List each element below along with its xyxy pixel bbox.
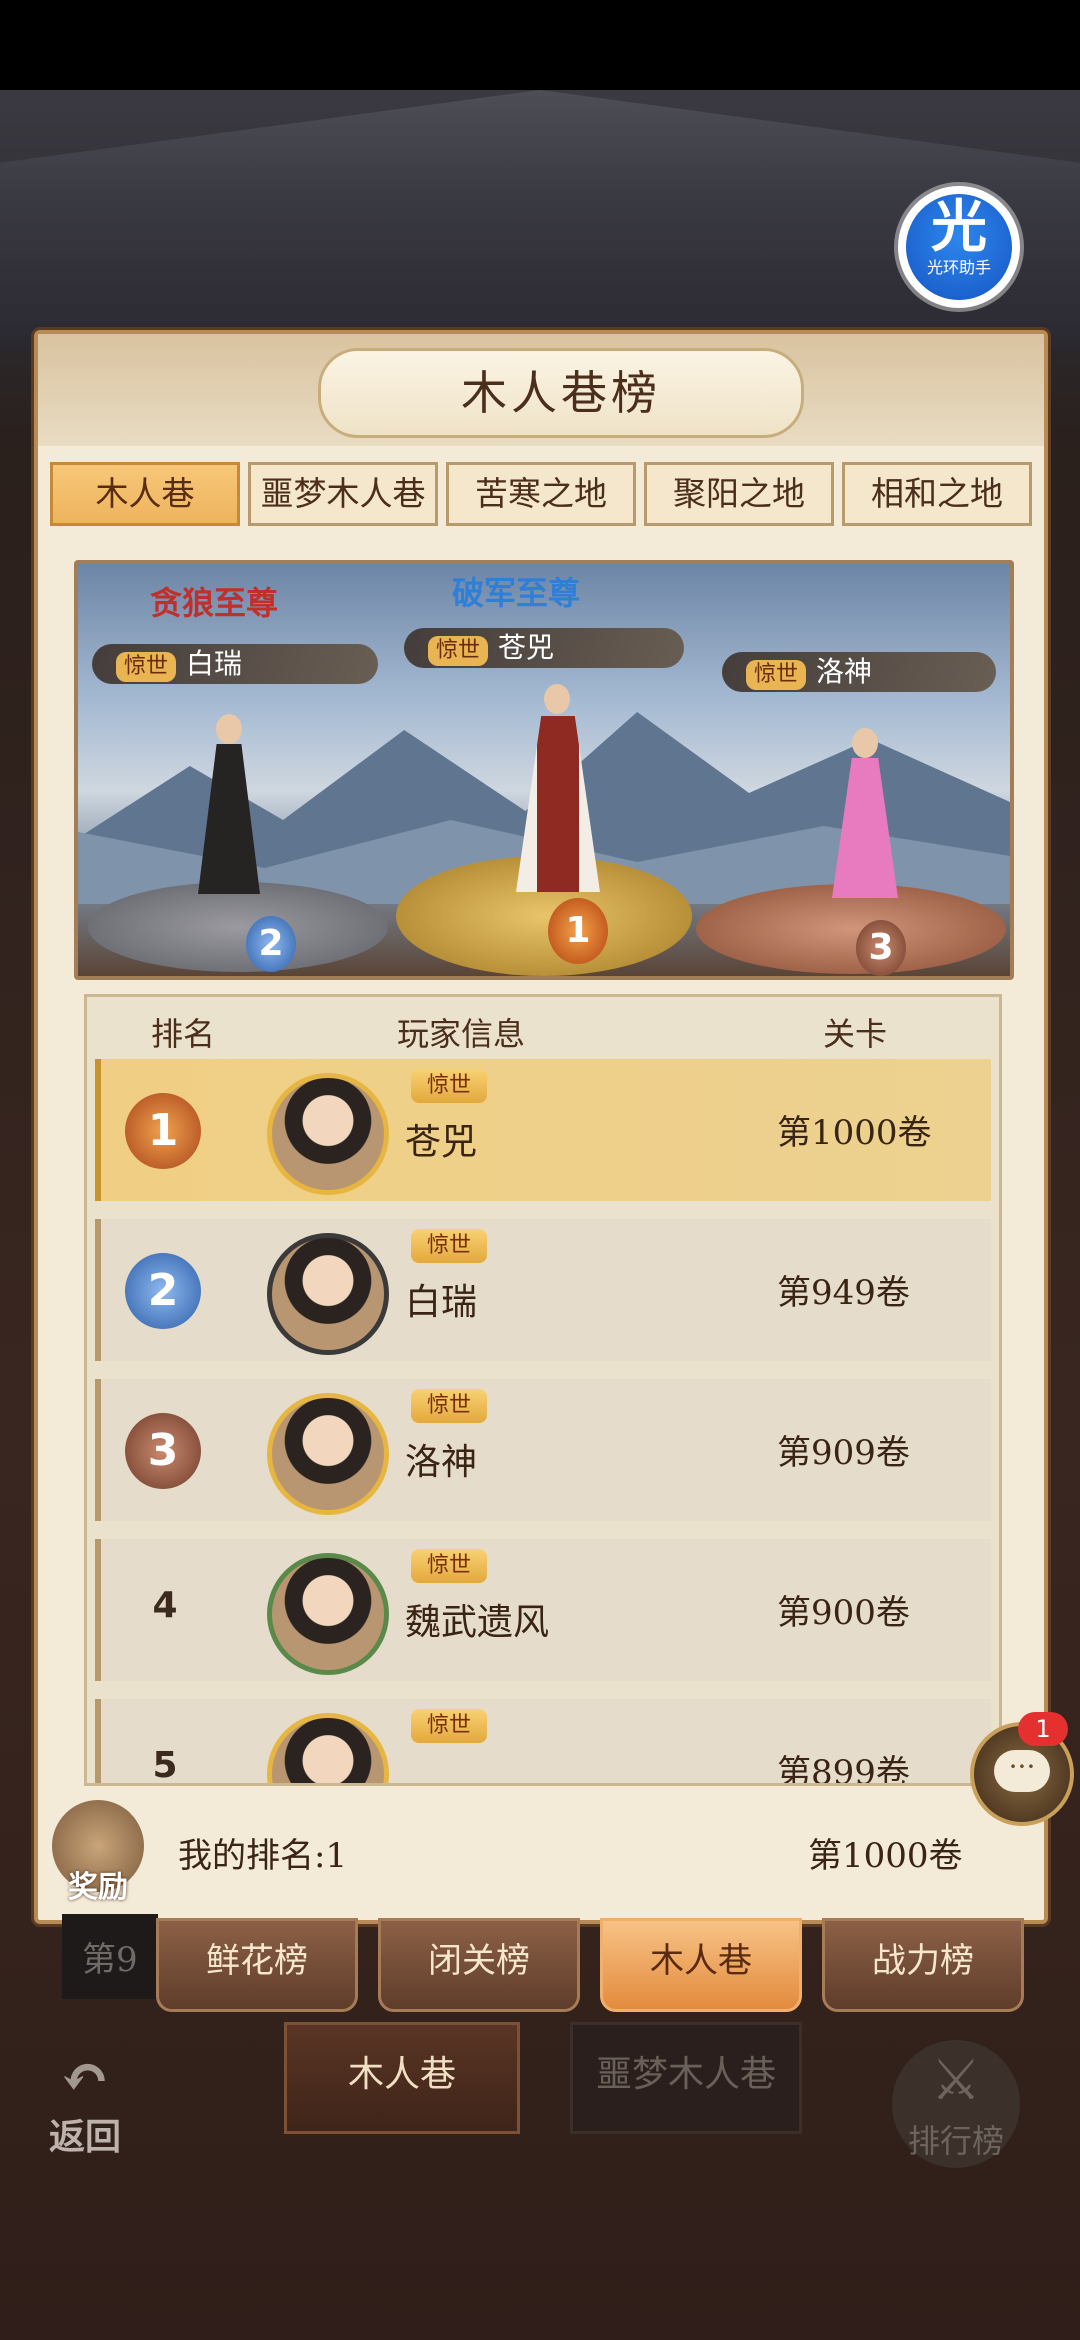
status-badge: 惊世 xyxy=(411,1229,487,1263)
tab-muren[interactable]: 木人巷 xyxy=(50,462,240,526)
back-label: 返回 xyxy=(48,2116,121,2158)
first-nameplate: 惊世 苍兕 xyxy=(404,628,684,668)
table-row[interactable]: 2 惊世 白瑞 第949卷 xyxy=(95,1219,991,1361)
back-arrow-icon: ↶ xyxy=(59,2043,111,2113)
first-title: 破军至尊 xyxy=(452,574,581,612)
rank-1-medal: 1 xyxy=(125,1093,201,1169)
second-nameplate: 惊世 白瑞 xyxy=(92,644,378,684)
rank-board-button[interactable]: ⚔ 排行榜 xyxy=(892,2040,1020,2168)
rank-3-podium-medal: 3 xyxy=(856,920,906,976)
tab-xianghe[interactable]: 相和之地 xyxy=(842,462,1032,526)
helper-glyph: 光 xyxy=(931,194,987,260)
status-badge: 惊世 xyxy=(411,1549,487,1583)
first-tag: 惊世 xyxy=(428,636,489,666)
player-name: 白瑞 xyxy=(405,1282,478,1323)
avatar[interactable] xyxy=(267,1713,389,1783)
rank-board-label: 排行榜 xyxy=(907,2122,1004,2160)
avatar[interactable] xyxy=(267,1233,389,1355)
third-nameplate: 惊世 洛神 xyxy=(722,652,996,692)
helper-app-icon[interactable]: 光 光环助手 xyxy=(898,186,1020,308)
avatar[interactable] xyxy=(267,1073,389,1195)
bottom-tab-power[interactable]: 战力榜 xyxy=(822,1918,1024,2012)
category-tabs: 木人巷 噩梦木人巷 苦寒之地 聚阳之地 相和之地 xyxy=(50,462,1034,526)
rank-3-medal: 3 xyxy=(125,1413,201,1489)
leaderboard-panel: 木人巷榜 木人巷 噩梦木人巷 苦寒之地 聚阳之地 相和之地 贪狼至尊 破军至尊 … xyxy=(34,330,1048,1924)
table-row[interactable]: 4 惊世 魏武遗风 第900卷 xyxy=(95,1539,991,1681)
table-row[interactable]: 5 惊世 第899卷 xyxy=(95,1699,991,1786)
sub-tab-muren[interactable]: 木人巷 xyxy=(284,2022,520,2134)
sub-tab-nightmare[interactable]: 噩梦木人巷 xyxy=(570,2022,802,2134)
reward-label: 奖励 xyxy=(68,1870,128,1905)
rank-number: 5 xyxy=(152,1745,178,1786)
status-badge: 惊世 xyxy=(411,1709,487,1743)
second-name: 白瑞 xyxy=(186,647,243,680)
header-player: 玩家信息 xyxy=(397,1015,526,1053)
header-stage: 关卡 xyxy=(823,1015,888,1053)
ranking-table: 排名 玩家信息 关卡 1 惊世 苍兕 第1000卷 2 惊世 白瑞 第949卷 … xyxy=(84,994,1002,1786)
second-title: 贪狼至尊 xyxy=(150,584,279,622)
player-stage: 第949卷 xyxy=(777,1273,910,1313)
status-badge: 惊世 xyxy=(411,1389,487,1423)
tab-kuhan[interactable]: 苦寒之地 xyxy=(446,462,636,526)
avatar[interactable] xyxy=(267,1393,389,1515)
player-stage: 第1000卷 xyxy=(777,1113,932,1153)
background-stage-text: 第9 xyxy=(62,1914,158,1999)
chat-button[interactable]: ··· 1 xyxy=(970,1712,1074,1826)
back-button[interactable]: ↶ 返回 xyxy=(30,2048,140,2158)
player-name: 魏武遗风 xyxy=(405,1602,550,1643)
my-rank-label: 我的排名:1 xyxy=(178,1836,348,1876)
status-bar xyxy=(0,0,1080,90)
panel-title: 木人巷榜 xyxy=(318,348,804,438)
second-tag: 惊世 xyxy=(116,652,177,682)
bottom-tab-seclusion[interactable]: 闭关榜 xyxy=(378,1918,580,2012)
reward-chest-button[interactable]: 奖励 xyxy=(52,1800,144,1905)
rank-2-medal: 2 xyxy=(125,1253,201,1329)
player-name: 洛神 xyxy=(405,1442,478,1483)
my-rank-bar: 奖励 我的排名:1 第1000卷 xyxy=(38,1790,1044,1916)
status-badge: 惊世 xyxy=(411,1069,487,1103)
player-stage: 第900卷 xyxy=(777,1593,910,1633)
first-name: 苍兕 xyxy=(498,631,555,664)
pedestal-second xyxy=(88,882,388,972)
tab-juyang[interactable]: 聚阳之地 xyxy=(644,462,834,526)
tab-nightmare-muren[interactable]: 噩梦木人巷 xyxy=(248,462,438,526)
avatar[interactable] xyxy=(267,1553,389,1675)
chat-unread-badge: 1 xyxy=(1018,1712,1068,1746)
table-header: 排名 玩家信息 关卡 xyxy=(87,997,999,1059)
rank-1-podium-medal: 1 xyxy=(548,898,608,964)
rank-2-podium-medal: 2 xyxy=(246,916,296,972)
table-row[interactable]: 3 惊世 洛神 第909卷 xyxy=(95,1379,991,1521)
player-name: 苍兕 xyxy=(405,1122,478,1163)
table-row[interactable]: 1 惊世 苍兕 第1000卷 xyxy=(95,1059,991,1201)
crossed-swords-icon: ⚔ xyxy=(930,2048,982,2113)
podium-showcase: 贪狼至尊 破军至尊 惊世 白瑞 惊世 苍兕 惊世 洛神 2 1 3 xyxy=(74,560,1014,980)
third-tag: 惊世 xyxy=(746,660,807,690)
header-rank: 排名 xyxy=(151,1015,216,1053)
chat-bubble-icon: ··· xyxy=(994,1750,1050,1792)
player-stage: 第899卷 xyxy=(777,1753,910,1786)
third-name: 洛神 xyxy=(816,655,873,688)
bottom-tab-flower[interactable]: 鲜花榜 xyxy=(156,1918,358,2012)
panel-header: 木人巷榜 xyxy=(38,334,1044,446)
rank-number: 4 xyxy=(152,1585,178,1626)
bottom-tab-muren[interactable]: 木人巷 xyxy=(600,1918,802,2012)
helper-label: 光环助手 xyxy=(926,258,991,277)
my-rank-stage: 第1000卷 xyxy=(808,1836,963,1876)
player-stage: 第909卷 xyxy=(777,1433,910,1473)
